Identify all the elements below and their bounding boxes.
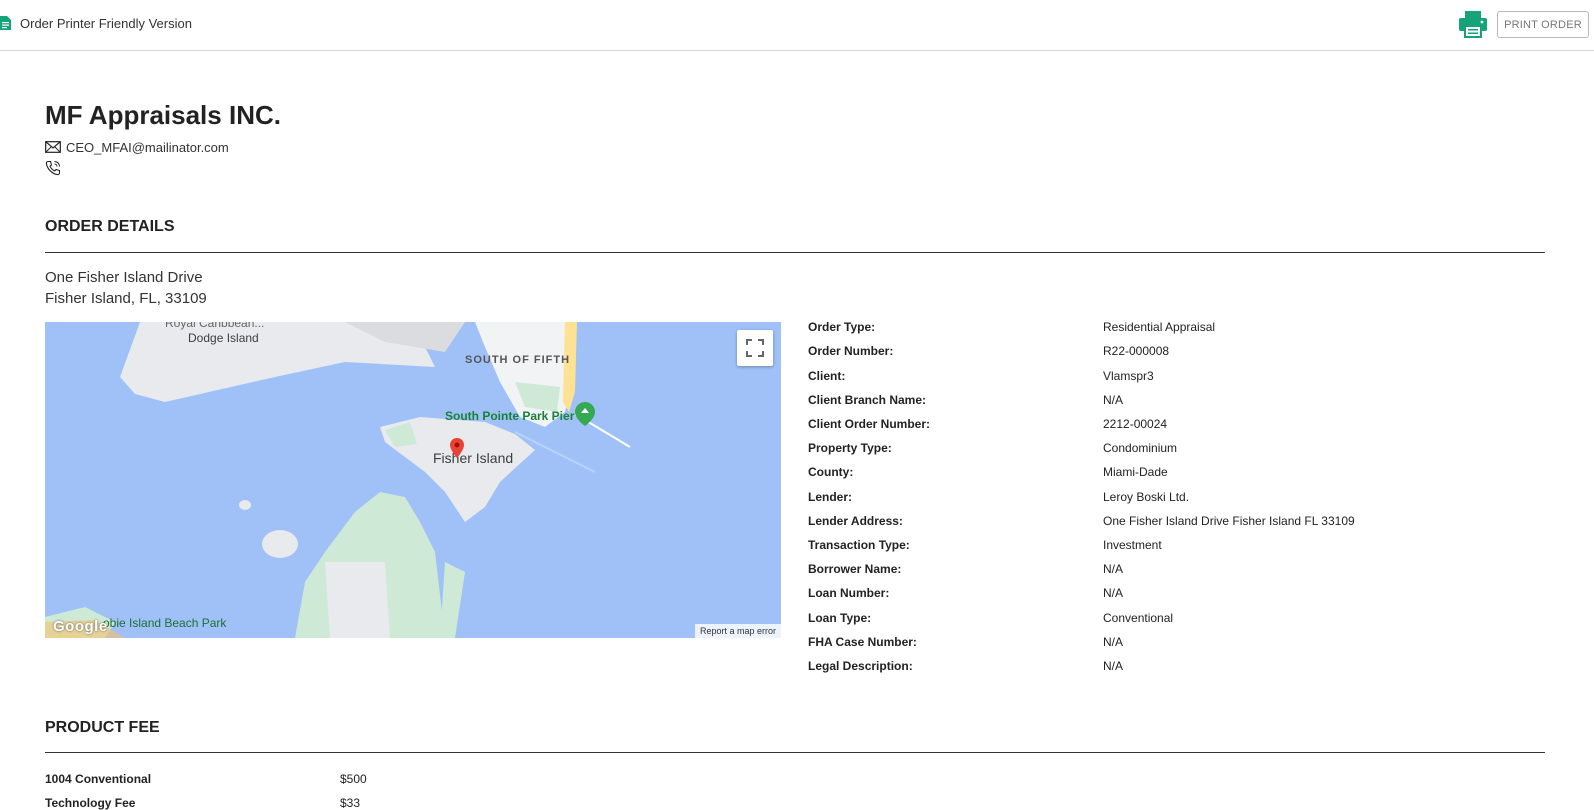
fee-value: $500: [340, 772, 367, 786]
document-icon: [0, 16, 11, 30]
detail-value: N/A: [1103, 562, 1124, 576]
detail-row-legal-description: Legal Description: N/A: [808, 659, 1568, 679]
detail-value: One Fisher Island Drive Fisher Island FL…: [1103, 514, 1355, 528]
map-label-royal: Royal Caribbean...: [165, 322, 265, 330]
map-label-fisher-island: Fisher Island: [433, 450, 514, 466]
fee-label: 1004 Conventional: [45, 772, 152, 786]
fee-row-1004-conventional: 1004 Conventional $500: [45, 772, 645, 790]
envelope-icon: [45, 141, 61, 153]
detail-row-loan-type: Loan Type: Conventional: [808, 611, 1568, 631]
detail-label: County:: [808, 465, 854, 479]
property-map[interactable]: Royal Caribbean... Dodge Island SOUTH OF…: [45, 322, 781, 638]
address-line-1: One Fisher Island Drive: [45, 269, 203, 286]
detail-label: Lender Address:: [808, 514, 903, 528]
detail-label: Loan Number:: [808, 586, 890, 600]
fullscreen-icon: [746, 339, 764, 357]
detail-row-client-branch: Client Branch Name: N/A: [808, 393, 1568, 413]
order-details-heading: ORDER DETAILS: [45, 218, 175, 235]
phone-icon: [45, 160, 61, 176]
page-title: Order Printer Friendly Version: [20, 16, 192, 31]
map-background: [45, 322, 781, 638]
detail-value: N/A: [1103, 659, 1124, 673]
detail-label: Legal Description:: [808, 659, 913, 673]
detail-row-lender-address: Lender Address: One Fisher Island Drive F…: [808, 514, 1568, 534]
company-name: MF Appraisals INC.: [45, 100, 281, 130]
company-email-row: CEO_MFAI@mailinator.com: [45, 138, 229, 156]
map-label-beach-park: obie Island Beach Park: [103, 616, 227, 630]
fee-row-technology-fee: Technology Fee $33: [45, 796, 645, 810]
map-fullscreen-button[interactable]: [737, 330, 773, 366]
detail-value: N/A: [1103, 635, 1124, 649]
detail-label: Order Number:: [808, 344, 894, 358]
detail-value: Residential Appraisal: [1103, 320, 1216, 334]
detail-label: Property Type:: [808, 441, 892, 455]
pier-marker-icon[interactable]: [575, 402, 595, 426]
printer-icon[interactable]: [1458, 10, 1488, 38]
google-logo: Google: [53, 618, 108, 635]
detail-label: Loan Type:: [808, 611, 872, 625]
report-map-error-link[interactable]: Report a map error: [694, 624, 781, 638]
detail-value: Investment: [1103, 538, 1162, 552]
detail-value: 2212-00024: [1103, 417, 1168, 431]
detail-row-client: Client: Vlamspr3: [808, 369, 1568, 389]
detail-row-client-order-number: Client Order Number: 2212-00024: [808, 417, 1568, 437]
detail-row-order-type: Order Type: Residential Appraisal: [808, 320, 1568, 340]
detail-row-borrower-name: Borrower Name: N/A: [808, 562, 1568, 582]
detail-value: N/A: [1103, 586, 1124, 600]
map-pin-icon[interactable]: [450, 438, 464, 458]
map-label-dodge-island: Dodge Island: [188, 331, 259, 345]
detail-value: Condominium: [1103, 441, 1178, 455]
map-label-south-of-fifth: SOUTH OF FIFTH: [465, 354, 571, 366]
detail-label: Client:: [808, 369, 846, 383]
fee-label: Technology Fee: [45, 796, 136, 810]
product-fee-heading: PRODUCT FEE: [45, 719, 160, 736]
detail-value: Vlamspr3: [1103, 369, 1154, 383]
detail-label: Client Branch Name:: [808, 393, 927, 407]
detail-label: FHA Case Number:: [808, 635, 917, 649]
fee-value: $33: [340, 796, 361, 810]
detail-label: Client Order Number:: [808, 417, 931, 431]
detail-row-county: County: Miami-Dade: [808, 465, 1568, 485]
detail-row-fha-case-number: FHA Case Number: N/A: [808, 635, 1568, 655]
detail-row-transaction-type: Transaction Type: Investment: [808, 538, 1568, 558]
detail-row-order-number: Order Number: R22-000008: [808, 344, 1568, 364]
detail-value: Leroy Boski Ltd.: [1103, 490, 1190, 504]
address-line-2: Fisher Island, FL, 33109: [45, 290, 207, 307]
map-label-pier: South Pointe Park Pier: [445, 409, 575, 423]
detail-label: Borrower Name:: [808, 562, 902, 576]
detail-label: Transaction Type:: [808, 538, 910, 552]
product-fee-divider: [45, 752, 1545, 753]
detail-value: Miami-Dade: [1103, 465, 1168, 479]
detail-row-loan-number: Loan Number: N/A: [808, 586, 1568, 606]
detail-value: R22-000008: [1103, 344, 1170, 358]
detail-value: Conventional: [1103, 611, 1174, 625]
top-bar: Order Printer Friendly Version PRINT ORD…: [0, 0, 1594, 51]
detail-row-lender: Lender: Leroy Boski Ltd.: [808, 490, 1568, 510]
order-details-divider: [45, 252, 1545, 253]
detail-value: N/A: [1103, 393, 1124, 407]
print-order-button[interactable]: PRINT ORDER: [1497, 11, 1589, 38]
detail-row-property-type: Property Type: Condominium: [808, 441, 1568, 461]
company-email[interactable]: CEO_MFAI@mailinator.com: [66, 140, 229, 155]
detail-label: Lender:: [808, 490, 853, 504]
detail-label: Order Type:: [808, 320, 876, 334]
